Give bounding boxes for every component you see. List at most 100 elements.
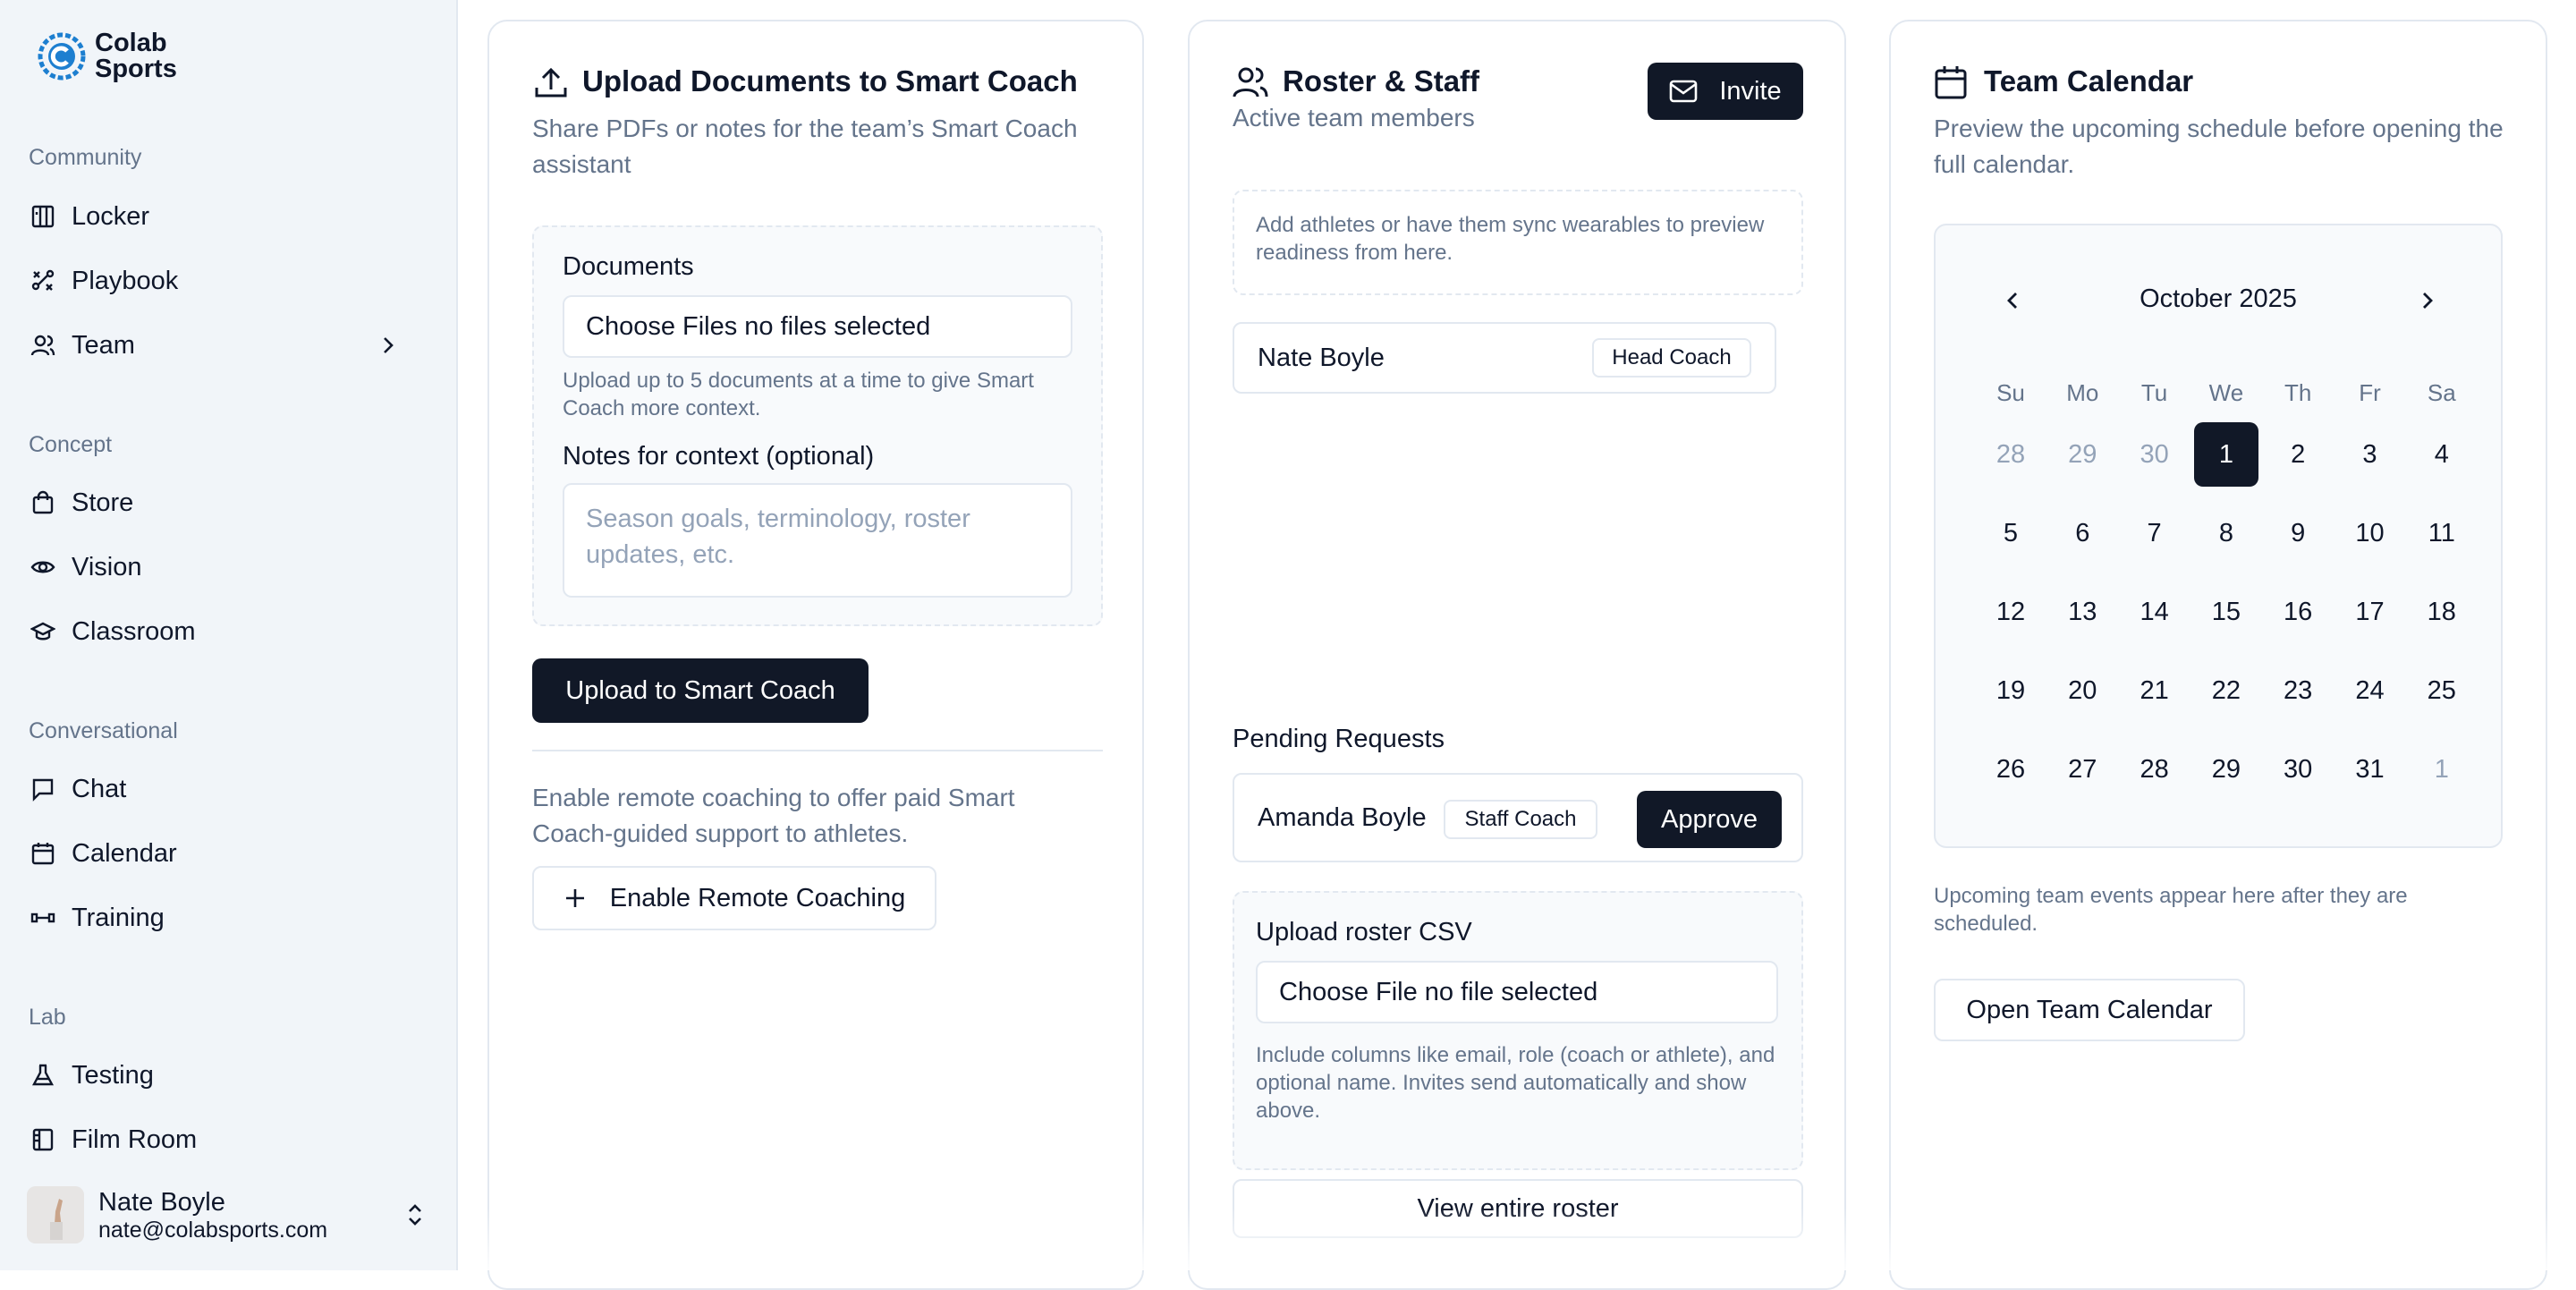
choose-files-button[interactable]: Choose Files	[586, 312, 737, 342]
calendar-day[interactable]: 13	[2050, 580, 2114, 644]
invite-button[interactable]: Invite	[1648, 63, 1803, 120]
chevron-right-icon[interactable]	[2413, 286, 2442, 315]
plus-icon	[565, 889, 584, 907]
sidebar-item-label: Training	[72, 903, 165, 932]
documents-file-input[interactable]: Choose Files no files selected	[563, 295, 1072, 358]
sidebar-item-label: Classroom	[72, 616, 196, 646]
calendar-day[interactable]: 14	[2123, 580, 2187, 644]
user-name: Nate Boyle	[98, 1188, 225, 1217]
calendar-day[interactable]: 12	[1979, 580, 2043, 644]
calendar-day[interactable]: 8	[2194, 501, 2258, 565]
calendar-day[interactable]: 21	[2123, 658, 2187, 723]
empty-roster-hint: Add athletes or have them sync wearables…	[1256, 213, 1765, 265]
weekday-label: Tu	[2140, 379, 2168, 406]
calendar-day[interactable]: 17	[2338, 580, 2402, 644]
calendar-day[interactable]: 16	[2266, 580, 2330, 644]
sidebar-item-label: Chat	[72, 774, 127, 803]
file-status: no file selected	[1424, 977, 1598, 1006]
calendar-day[interactable]: 29	[2050, 422, 2114, 487]
remote-coaching-text: Enable remote coaching to offer paid Sma…	[532, 784, 1015, 847]
user-menu[interactable]: Nate Boyle nate@colabsports.com	[27, 1183, 438, 1247]
eye-icon	[29, 553, 57, 581]
sidebar-item-classroom[interactable]: Classroom	[14, 605, 426, 658]
card-subtitle: Preview the upcoming schedule before ope…	[1934, 115, 2504, 178]
flask-icon	[29, 1061, 57, 1090]
calendar-icon	[1935, 66, 1967, 99]
sidebar-item-label: Playbook	[72, 266, 179, 295]
sidebar-item-label: Calendar	[72, 838, 177, 868]
calendar-day[interactable]: 24	[2338, 658, 2402, 723]
sidebar-item-label: Testing	[72, 1060, 154, 1090]
role-badge: Head Coach	[1592, 338, 1751, 378]
calendar-day[interactable]: 29	[2194, 737, 2258, 802]
sidebar-item-locker[interactable]: Locker	[14, 190, 426, 243]
store-icon	[29, 488, 57, 517]
sidebar-item-training[interactable]: Training	[14, 891, 426, 945]
calendar-day[interactable]: 1	[2410, 737, 2474, 802]
calendar-day[interactable]: 11	[2410, 501, 2474, 565]
calendar-day[interactable]: 23	[2266, 658, 2330, 723]
choose-file-button[interactable]: Choose File	[1279, 978, 1418, 1007]
card-title: Roster & Staff	[1283, 64, 1480, 98]
calendar-day[interactable]: 5	[1979, 501, 2043, 565]
weekday-label: We	[2208, 379, 2244, 406]
calendar-day[interactable]: 10	[2338, 501, 2402, 565]
sidebar-item-chat[interactable]: Chat	[14, 762, 426, 816]
enable-remote-coaching-label: Enable Remote Coaching	[609, 883, 906, 912]
calendar-day[interactable]: 27	[2050, 737, 2114, 802]
logo[interactable]: Colab Sports	[36, 30, 177, 82]
sidebar-item-playbook[interactable]: Playbook	[14, 254, 426, 308]
member-row[interactable]: Nate Boyle Head Coach	[1233, 322, 1776, 394]
file-status: no files selected	[744, 311, 931, 341]
calendar-day[interactable]: 9	[2266, 501, 2330, 565]
calendar-day[interactable]: 25	[2410, 658, 2474, 723]
calendar-day[interactable]: 26	[1979, 737, 2043, 802]
calendar-day[interactable]: 28	[1979, 422, 2043, 487]
locker-icon	[29, 202, 57, 231]
calendar-day[interactable]: 3	[2338, 422, 2402, 487]
sidebar: Colab Sports Community Locker Playbook T…	[0, 0, 458, 1270]
sidebar-item-store[interactable]: Store	[14, 476, 426, 530]
upload-to-smart-coach-button[interactable]: Upload to Smart Coach	[532, 658, 869, 723]
csv-file-input[interactable]: Choose File no file selected	[1256, 961, 1778, 1023]
card-subtitle: Share PDFs or notes for the team’s Smart…	[532, 115, 1078, 178]
sidebar-item-film-room[interactable]: Film Room	[14, 1113, 426, 1167]
calendar-day[interactable]: 30	[2123, 422, 2187, 487]
colab-logo-icon	[38, 32, 86, 81]
roster-staff-card: Roster & Staff Active team members Invit…	[1188, 20, 1846, 1290]
calendar-day[interactable]: 1	[2193, 422, 2258, 487]
approve-button[interactable]: Approve	[1637, 791, 1782, 848]
documents-label: Documents	[563, 252, 694, 281]
logo-text-line2: Sports	[95, 55, 177, 83]
calendar-day[interactable]: 4	[2410, 422, 2474, 487]
calendar-day[interactable]: 7	[2123, 501, 2187, 565]
calendar-day[interactable]: 20	[2050, 658, 2114, 723]
sidebar-item-calendar[interactable]: Calendar	[14, 827, 426, 880]
calendar-day[interactable]: 30	[2266, 737, 2330, 802]
sidebar-item-label: Film Room	[72, 1125, 198, 1154]
calendar-day[interactable]: 22	[2194, 658, 2258, 723]
sidebar-item-label: Team	[72, 330, 135, 360]
open-team-calendar-button[interactable]: Open Team Calendar	[1934, 979, 2245, 1041]
enable-remote-coaching-button[interactable]: Enable Remote Coaching	[532, 866, 936, 930]
sidebar-item-team[interactable]: Team	[14, 318, 426, 372]
section-label-conversational: Conversational	[29, 718, 178, 743]
notes-textarea[interactable]: Season goals, terminology, roster update…	[563, 483, 1072, 598]
sidebar-item-testing[interactable]: Testing	[14, 1048, 426, 1102]
section-label-concept: Concept	[29, 432, 113, 457]
calendar-day[interactable]: 2	[2266, 422, 2330, 487]
view-entire-roster-button[interactable]: View entire roster	[1233, 1179, 1803, 1238]
calendar-day[interactable]: 15	[2194, 580, 2258, 644]
weekday-label: Sa	[2427, 379, 2456, 406]
invite-label: Invite	[1719, 76, 1782, 106]
calendar-events-text: Upcoming team events appear here after t…	[1934, 884, 2408, 936]
csv-label: Upload roster CSV	[1256, 918, 1472, 946]
calendar-day[interactable]: 31	[2338, 737, 2402, 802]
avatar	[27, 1186, 84, 1243]
calendar-day[interactable]: 6	[2050, 501, 2114, 565]
sidebar-item-label: Locker	[72, 201, 150, 231]
calendar-day[interactable]: 19	[1979, 658, 2043, 723]
calendar-day[interactable]: 28	[2123, 737, 2187, 802]
calendar-day[interactable]: 18	[2410, 580, 2474, 644]
sidebar-item-vision[interactable]: Vision	[14, 540, 426, 594]
